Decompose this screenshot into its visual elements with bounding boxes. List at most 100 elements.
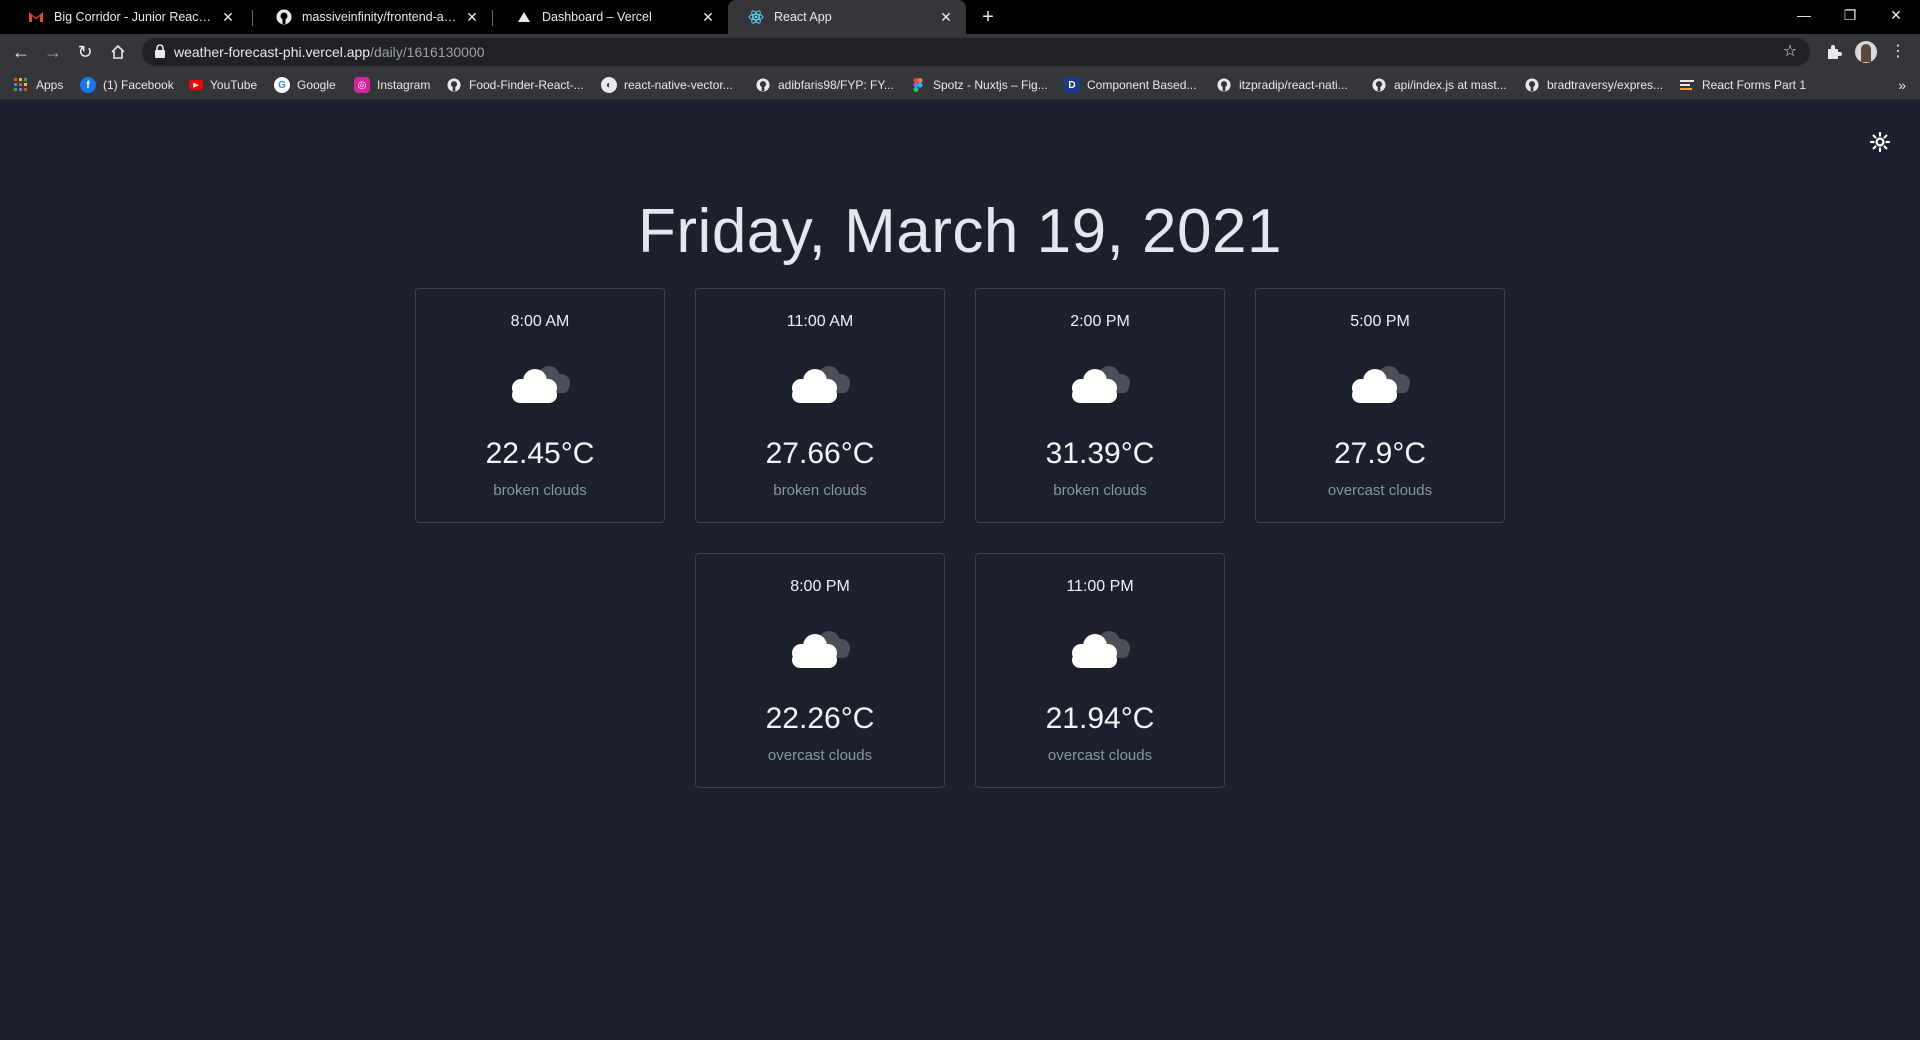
overcast-clouds-icon [785,622,857,672]
url-path: /daily/1616130000 [370,44,485,60]
bookmark-facebook[interactable]: f (1) Facebook [80,70,174,100]
bookmark-star-icon[interactable]: ☆ [1780,42,1800,62]
forecast-description: overcast clouds [1047,747,1153,764]
broken-clouds-icon [1065,357,1137,407]
bookmark-label: bradtraversy/expres... [1547,78,1664,92]
bookmark-label: Google [297,78,336,92]
new-tab-icon[interactable]: + [976,5,1000,29]
bookmark-spotz-figma[interactable]: Spotz - Nuxtjs – Fig... [910,70,1048,100]
bookmark-instagram[interactable]: ◎ Instagram [354,70,430,100]
bookmark-label: itzpradip/react-nati... [1239,78,1348,92]
bookmark-label: react-native-vector... [624,78,733,92]
minimize-icon[interactable]: — [1782,0,1826,30]
forecast-card[interactable]: 2:00 PM 31.39°C broken clouds [975,288,1225,523]
close-icon[interactable]: ✕ [938,9,954,25]
bookmark-youtube[interactable]: ▶ YouTube [189,70,257,100]
bookmark-food-finder[interactable]: Food-Finder-React-... [446,70,584,100]
bookmark-api-index[interactable]: api/index.js at mast... [1371,70,1507,100]
bookmark-react-forms[interactable]: React Forms Part 1 [1679,70,1806,100]
sun-icon[interactable] [1869,131,1891,153]
tab-github[interactable]: massiveinfinity/frontend-assessm ✕ [256,0,492,34]
bookmark-label: (1) Facebook [103,78,174,92]
back-icon[interactable]: ← [9,40,33,64]
close-icon[interactable]: ✕ [464,9,480,25]
close-icon[interactable]: ✕ [220,9,236,25]
page-title: Friday, March 19, 2021 [638,197,1282,266]
forecast-description: broken clouds [493,482,587,499]
tab-react-app[interactable]: React App ✕ [728,0,966,34]
close-icon[interactable]: ✕ [700,9,716,25]
bookmark-bradtraversy[interactable]: bradtraversy/expres... [1524,70,1663,100]
profile-avatar[interactable] [1855,41,1877,63]
forecast-description: overcast clouds [767,747,873,764]
bookmark-label: Component Based... [1087,78,1197,92]
forecast-time: 2:00 PM [1070,313,1130,330]
github-icon [1216,77,1232,93]
github-icon [446,77,462,93]
address-bar[interactable]: weather-forecast-phi.vercel.app/daily/16… [142,38,1810,66]
forecast-card[interactable]: 11:00 AM 27.66°C broken clouds [695,288,945,523]
forecast-time: 11:00 PM [1066,578,1134,595]
window-close-icon[interactable]: ✕ [1874,0,1918,30]
forecast-card[interactable]: 8:00 AM 22.45°C broken clouds [415,288,665,523]
bookmark-label: adibfaris98/FYP: FY... [778,78,894,92]
apps-grid-icon [13,77,29,93]
figma-icon [910,77,926,93]
forecast-description: broken clouds [773,482,867,499]
youtube-icon: ▶ [189,80,203,90]
bookmarks-overflow-icon[interactable]: » [1898,70,1906,100]
browser-toolbar: ← → ↻ weather-forecast-phi.vercel.app/da… [0,34,1920,70]
url-text: weather-forecast-phi.vercel.app/daily/16… [174,38,485,66]
weather-page: Friday, March 19, 2021 8:00 AM 22.45°C b… [0,101,1920,1040]
forecast-temperature: 22.45°C [485,437,595,470]
forecast-temperature: 22.26°C [765,702,875,735]
tab-vercel[interactable]: Dashboard – Vercel ✕ [496,0,728,34]
tab-divider [252,10,253,26]
github-icon [755,77,771,93]
forecast-description: broken clouds [1053,482,1147,499]
forecast-time: 8:00 AM [510,313,570,330]
bookmark-label: api/index.js at mast... [1394,78,1507,92]
forecast-card[interactable]: 11:00 PM 21.94°C overcast clouds [975,553,1225,788]
forecast-card[interactable]: 5:00 PM 27.9°C overcast clouds [1255,288,1505,523]
bookmark-google[interactable]: G Google [274,70,336,100]
forecast-time: 5:00 PM [1350,313,1410,330]
bookmark-label: Food-Finder-React-... [469,78,584,92]
overcast-clouds-icon [1065,622,1137,672]
github-icon [276,9,292,25]
forecast-card[interactable]: 8:00 PM 22.26°C overcast clouds [695,553,945,788]
tab-title: Big Corridor - Junior ReactJS Dev [54,10,214,24]
bookmark-label: Instagram [377,78,431,92]
overcast-clouds-icon [1345,357,1417,407]
tab-title: Dashboard – Vercel [542,10,652,24]
globe-icon: ◐ [601,77,617,93]
url-host: weather-forecast-phi.vercel.app [174,44,371,60]
gmail-icon [28,9,44,25]
bookmark-label: Spotz - Nuxtjs – Fig... [933,78,1048,92]
bookmark-label: YouTube [210,78,258,92]
bookmark-label: Apps [36,78,64,92]
bookmark-itzpradip[interactable]: itzpradip/react-nati... [1216,70,1348,100]
form-icon [1679,77,1695,93]
broken-clouds-icon [505,357,577,407]
google-icon: G [274,77,290,93]
tab-title: React App [774,10,832,24]
bookmark-apps[interactable]: Apps [13,70,63,100]
tab-gmail[interactable]: Big Corridor - Junior ReactJS Dev ✕ [8,0,248,34]
extensions-icon[interactable] [1822,40,1846,64]
browser-tab-strip: Big Corridor - Junior ReactJS Dev ✕ mass… [0,0,1920,34]
home-icon[interactable] [106,40,130,64]
bookmark-component-based[interactable]: D Component Based... [1064,70,1196,100]
tab-divider [492,10,493,26]
bookmark-react-native-vector[interactable]: ◐ react-native-vector... [601,70,733,100]
reload-icon[interactable]: ↻ [73,40,97,64]
react-icon [748,9,764,25]
more-menu-icon[interactable]: ⋮ [1886,40,1910,64]
restore-icon[interactable]: ❐ [1828,0,1872,30]
vercel-icon [516,9,532,25]
bookmark-fyp[interactable]: adibfaris98/FYP: FY... [755,70,894,100]
bookmarks-bar: Apps f (1) Facebook ▶ YouTube G Google ◎… [0,70,1920,100]
instagram-icon: ◎ [354,77,370,93]
forward-icon[interactable]: → [41,40,65,64]
forecast-temperature: 31.39°C [1045,437,1155,470]
